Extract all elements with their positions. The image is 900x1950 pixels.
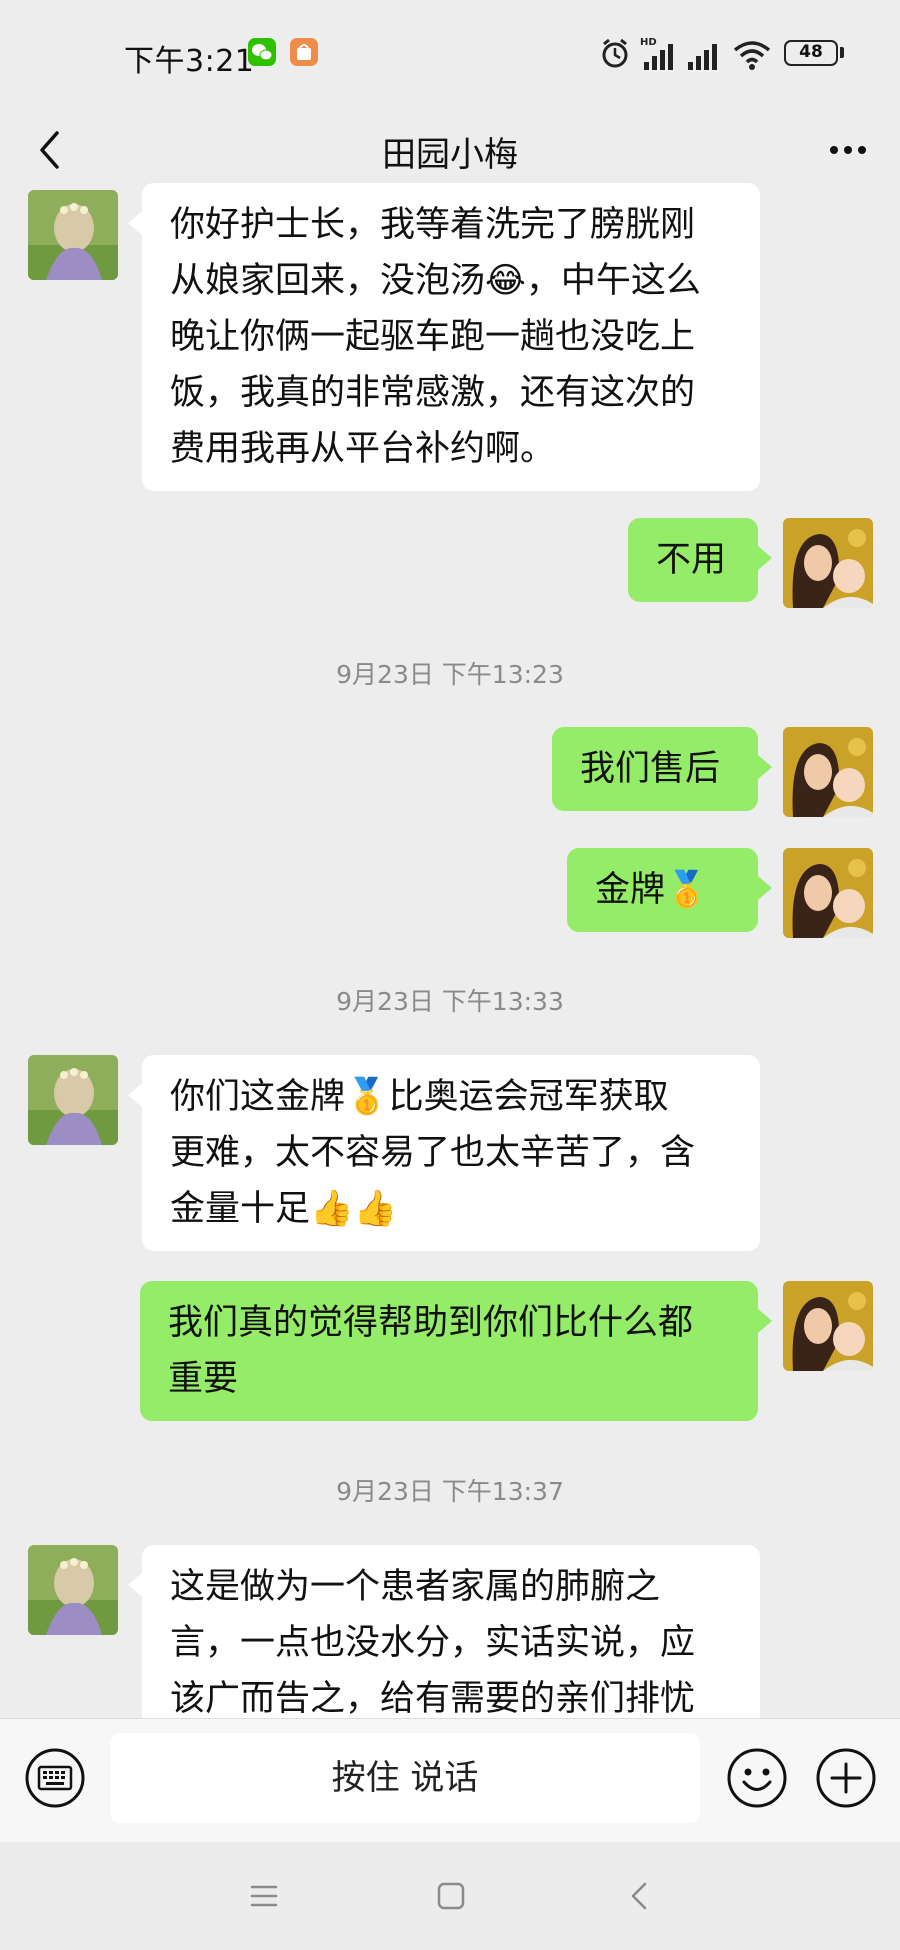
message-bubble-sent[interactable]: 我们售后 [552, 727, 772, 811]
message-bubble-sent[interactable]: 不用 [628, 518, 772, 602]
emoji-button[interactable] [726, 1747, 788, 1809]
back-icon [631, 1882, 647, 1910]
signal-icon [688, 44, 717, 70]
battery-icon: 48 [784, 40, 838, 66]
my-avatar[interactable] [783, 1281, 873, 1371]
message-timestamp: 9月23日 下午13:33 [336, 987, 564, 1016]
my-avatar-image [783, 727, 873, 817]
keyboard-toggle-button[interactable] [24, 1747, 86, 1809]
plus-icon [816, 1748, 876, 1808]
contact-avatar[interactable] [28, 1545, 118, 1635]
my-avatar[interactable] [783, 848, 873, 938]
wechat-notification-icon [248, 38, 276, 66]
contact-avatar-image [28, 1055, 118, 1145]
message-bubble-sent[interactable]: 我们真的觉得帮助到你们比什么都 重要 [140, 1281, 772, 1421]
message-timestamp: 9月23日 下午13:23 [336, 660, 564, 689]
emoji-icon [727, 1748, 787, 1808]
hd-signal-icon: HD [640, 37, 673, 70]
contact-avatar-image [28, 1545, 118, 1635]
message-bubble-received[interactable]: 这是做为一个患者家属的肺腑之 言，一点也没水分，实话实说，应 该广而告之，给有需… [128, 1545, 760, 1718]
my-avatar-image [783, 1281, 873, 1371]
more-dots-icon [830, 146, 866, 154]
home-icon [437, 1882, 465, 1910]
input-bar: 按住 说话 [0, 1718, 900, 1842]
svg-text:HD: HD [640, 37, 657, 48]
battery-tip [840, 47, 844, 58]
contact-avatar[interactable] [28, 190, 118, 280]
message-bubble-received[interactable]: 你们这金牌🥇比奥运会冠军获取 更难，太不容易了也太辛苦了，含 金量十足👍👍 [128, 1055, 760, 1251]
message-list[interactable]: 你好护士长，我等着洗完了膀胱刚 从娘家回来，没泡汤😂，中午这么 晚让你俩一起驱车… [0, 180, 900, 1718]
home-button[interactable] [431, 1876, 471, 1916]
contact-avatar[interactable] [28, 1055, 118, 1145]
status-bar: 下午3:21 HD 48 [0, 0, 900, 105]
status-time: 下午3:21 [124, 44, 255, 79]
alarm-icon [602, 38, 628, 68]
chat-screen: 下午3:21 HD 48 田园小梅 你好护士长，我等着洗完了膀胱刚 从娘家回来，… [0, 0, 900, 1950]
menu-icon [250, 1885, 278, 1907]
my-avatar-image [783, 518, 873, 608]
more-functions-button[interactable] [815, 1747, 877, 1809]
contact-avatar-image [28, 190, 118, 280]
store-notification-icon [290, 38, 318, 66]
chat-title: 田园小梅 [382, 135, 518, 175]
my-avatar[interactable] [783, 518, 873, 608]
menu-button[interactable] [244, 1876, 284, 1916]
system-back-button[interactable] [620, 1876, 660, 1916]
hold-to-talk-button[interactable]: 按住 说话 [110, 1733, 700, 1823]
battery-level: 48 [799, 42, 823, 62]
message-bubble-received[interactable]: 你好护士长，我等着洗完了膀胱刚 从娘家回来，没泡汤😂，中午这么 晚让你俩一起驱车… [128, 183, 760, 491]
wifi-icon [733, 41, 771, 70]
my-avatar-image [783, 848, 873, 938]
message-bubble-sent[interactable]: 金牌🥇 [567, 848, 772, 932]
keyboard-icon [25, 1748, 85, 1808]
message-timestamp: 9月23日 下午13:37 [336, 1477, 564, 1506]
my-avatar[interactable] [783, 727, 873, 817]
system-navigation-bar [0, 1842, 900, 1950]
more-button[interactable] [818, 123, 878, 177]
